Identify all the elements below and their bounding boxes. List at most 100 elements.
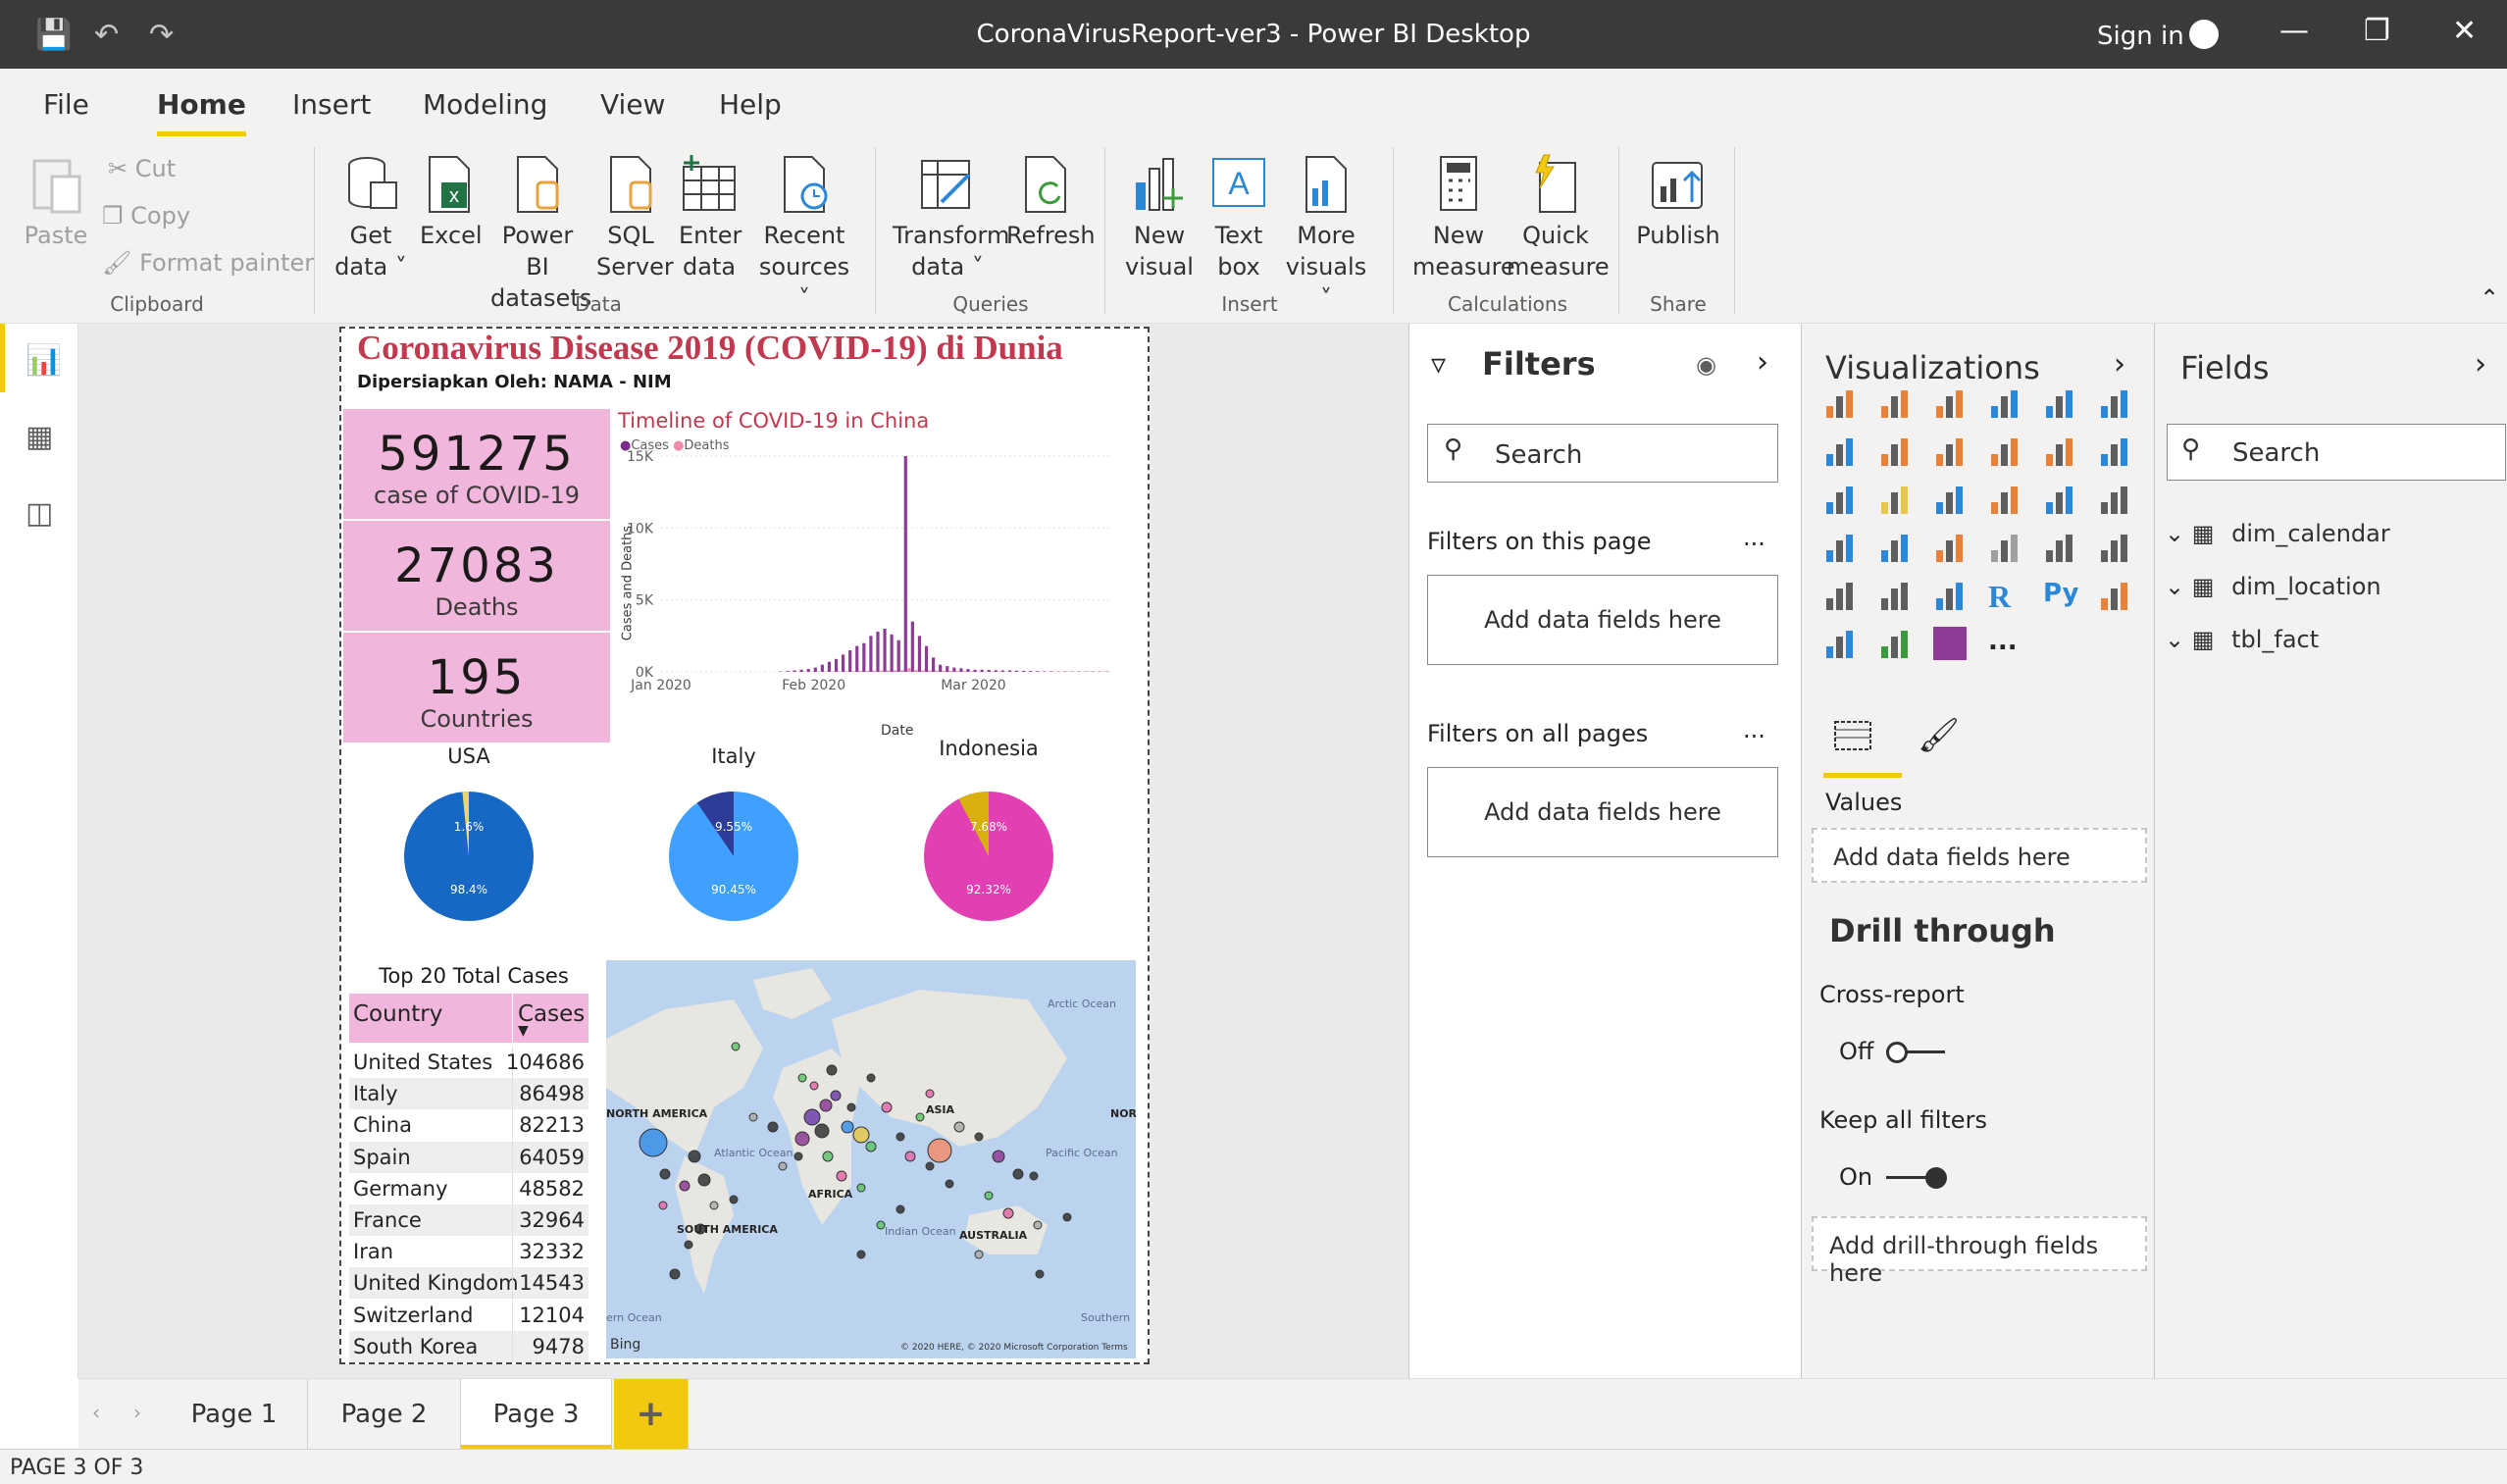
map-bubble[interactable] (895, 1204, 905, 1214)
r-visual-icon[interactable]: R (1988, 579, 2021, 614)
recent-sources-button[interactable]: Recent sources ˅ (755, 153, 853, 314)
map-bubble[interactable] (709, 1201, 719, 1210)
bar-deaths[interactable] (872, 670, 877, 672)
bar-cases[interactable] (862, 642, 866, 672)
bar-cases[interactable] (813, 667, 817, 672)
bar-cases[interactable] (952, 667, 956, 672)
map-bubble[interactable] (658, 1201, 668, 1210)
map-bubble[interactable] (826, 1064, 838, 1076)
values-well[interactable]: Add data fields here (1812, 828, 2147, 883)
bar-cases[interactable] (1036, 671, 1040, 672)
bar-cases[interactable] (973, 669, 977, 672)
tab-view[interactable]: View (600, 88, 665, 121)
transform-data-button[interactable]: Transform data ˅ (893, 153, 1009, 282)
map-bubble[interactable] (841, 1120, 854, 1134)
bar-cases[interactable] (946, 666, 949, 672)
filters-search-input[interactable]: ⚲ Search (1427, 424, 1778, 483)
bar-cases[interactable] (869, 636, 873, 672)
fields-search-input[interactable]: ⚲ Search (2167, 424, 2506, 481)
bar-cases[interactable] (855, 645, 859, 672)
bar-cases[interactable] (1049, 671, 1053, 672)
map-bubble[interactable] (984, 1191, 994, 1201)
stacked-bar-icon[interactable] (1823, 386, 1857, 420)
bar-cases[interactable] (806, 669, 810, 672)
waterfall-icon[interactable] (1823, 483, 1857, 516)
bar-cases[interactable] (876, 631, 880, 672)
map-bubble[interactable] (659, 1168, 671, 1180)
table-row[interactable]: China 82213 (349, 1109, 588, 1142)
map-bubble[interactable] (1035, 1269, 1045, 1279)
map-bubble[interactable] (748, 1112, 758, 1122)
scatter-icon[interactable] (1933, 483, 1967, 516)
kpi-deaths-card[interactable]: 27083 Deaths (343, 521, 610, 631)
bar-cases[interactable] (842, 654, 845, 672)
gauge-icon[interactable] (1933, 531, 1967, 564)
header-country[interactable]: Country (353, 1001, 442, 1027)
bar-deaths[interactable] (858, 671, 862, 672)
add-page-filter-well[interactable]: Add data fields here (1427, 575, 1778, 665)
map-bubble[interactable] (830, 1090, 842, 1101)
map-bubble[interactable] (1062, 1212, 1072, 1222)
table-row[interactable]: France 32964 (349, 1204, 588, 1236)
matrix-icon[interactable] (1933, 579, 1967, 612)
next-page-icon[interactable]: › (133, 1401, 141, 1424)
line-clustered-column-icon[interactable] (2043, 435, 2076, 468)
bar-deaths[interactable] (914, 670, 918, 672)
add-page-button[interactable]: + (614, 1379, 689, 1450)
table-row[interactable]: Switzerland 12104 (349, 1299, 588, 1331)
ribbon-chart-icon[interactable] (2098, 435, 2131, 468)
filters-all-pages-more-icon[interactable]: ... (1743, 716, 1765, 743)
bar-deaths[interactable] (844, 671, 848, 672)
map-bubble[interactable] (925, 1161, 935, 1171)
kpi-cases-card[interactable]: 591275 case of COVID-19 (343, 409, 610, 519)
table-row[interactable]: Spain 64059 (349, 1141, 588, 1173)
map-bubble[interactable] (1002, 1207, 1014, 1219)
model-view-icon[interactable]: ◫ (26, 496, 53, 531)
multi-row-card-icon[interactable] (2043, 531, 2076, 564)
tab-file[interactable]: File (43, 88, 89, 121)
field-table-dim-location[interactable]: ⌄ ▦ dim_location (2165, 573, 2381, 600)
map-bubble[interactable] (856, 1183, 866, 1193)
custom-visual-icon[interactable] (1933, 627, 1967, 660)
map-bubble[interactable] (925, 1089, 935, 1099)
collapse-filters-icon[interactable]: › (1757, 345, 1768, 380)
kpi-icon[interactable] (2098, 531, 2131, 564)
drill-through-well[interactable]: Add drill-through fields here (1812, 1216, 2147, 1287)
filled-map-icon[interactable] (1878, 531, 1912, 564)
map-bubble[interactable] (793, 1151, 803, 1161)
new-measure-button[interactable]: New measure (1412, 153, 1515, 282)
bar-deaths[interactable] (887, 670, 891, 672)
bar-cases[interactable] (959, 668, 963, 672)
bar-cases[interactable] (820, 664, 824, 672)
cut-button[interactable]: ✂ Cut (108, 155, 176, 182)
bar-cases[interactable] (799, 669, 803, 672)
bar-cases[interactable] (1043, 671, 1047, 672)
bar-cases[interactable] (890, 634, 894, 672)
bar-cases[interactable] (966, 669, 970, 672)
bar-deaths[interactable] (907, 668, 911, 672)
table-row[interactable]: Germany 48582 (349, 1172, 588, 1204)
pie-indonesia[interactable]: Indonesia 7.68% 92.32% (881, 737, 1097, 941)
bar-cases[interactable] (848, 650, 852, 672)
map-bubble[interactable] (809, 1081, 819, 1091)
field-table-tbl-fact[interactable]: ⌄ ▦ tbl_fact (2165, 626, 2319, 653)
map-bubble[interactable] (836, 1170, 847, 1182)
map-bubble[interactable] (684, 1240, 693, 1250)
100-column-icon[interactable] (2098, 386, 2131, 420)
bar-cases[interactable] (793, 670, 796, 672)
stacked-area-icon[interactable] (1933, 435, 1967, 468)
collapse-fields-icon[interactable]: › (2475, 347, 2486, 382)
bar-deaths[interactable] (935, 670, 939, 672)
bar-cases[interactable] (1000, 670, 1004, 672)
bar-cases[interactable] (917, 636, 922, 672)
bar-cases[interactable] (827, 661, 832, 672)
line-column-icon[interactable] (1988, 435, 2021, 468)
fields-well-tab[interactable] (1823, 714, 1902, 778)
copy-button[interactable]: ❐ Copy (102, 202, 190, 230)
bar-deaths[interactable] (865, 670, 869, 672)
map-bubble[interactable] (729, 1195, 739, 1204)
map-bubble[interactable] (915, 1112, 925, 1122)
bar-cases[interactable] (1014, 670, 1019, 672)
stacked-column-icon[interactable] (1878, 386, 1912, 420)
map-bubble[interactable] (731, 1042, 741, 1051)
